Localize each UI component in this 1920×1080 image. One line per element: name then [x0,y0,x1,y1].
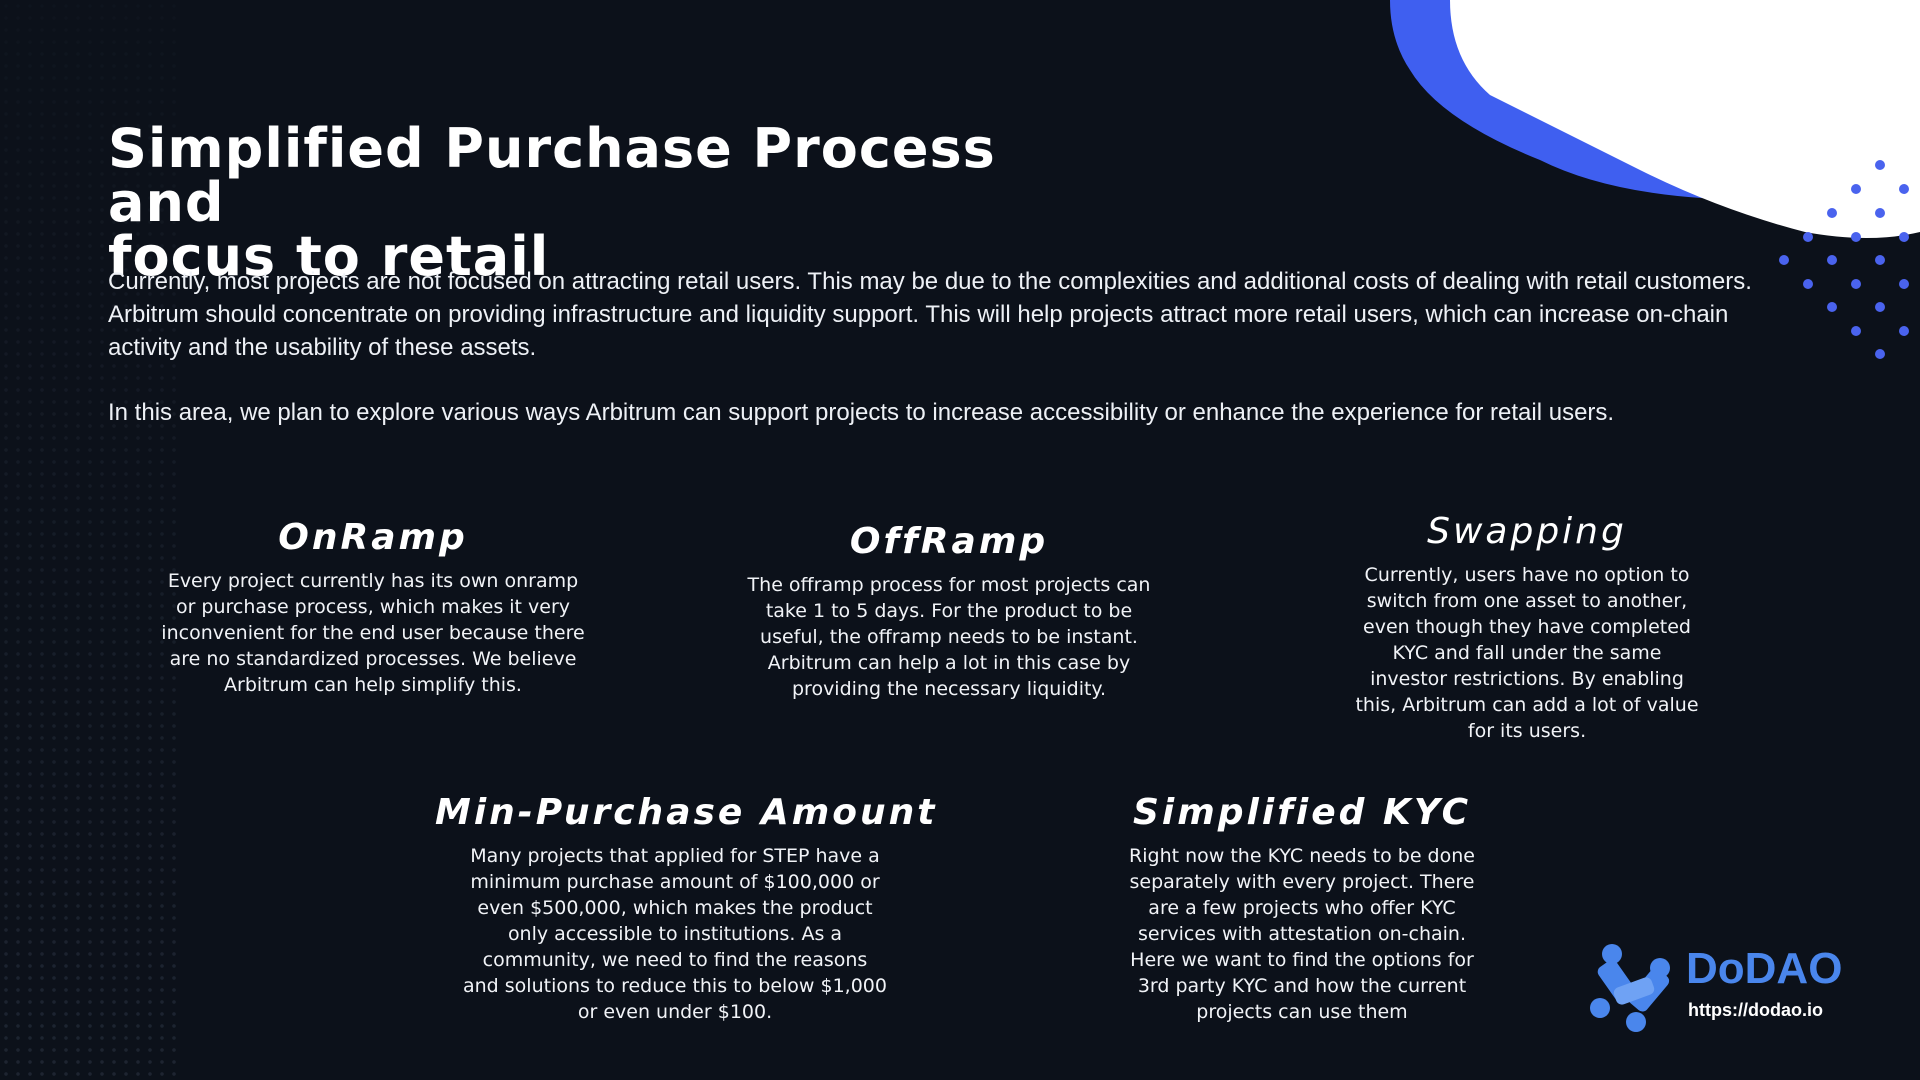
intro-paragraph: Currently, most projects are not focused… [108,268,1752,361]
card-title: OffRamp [849,521,1049,562]
card-min-purchase: Min-Purchase Amount Many projects that a… [435,791,938,1025]
card-body: Currently, users have no option to switc… [1355,564,1699,742]
card-swapping: Swapping Currently, users have no option… [1347,510,1707,744]
plan-paragraph: In this area, we plan to explore various… [108,399,1615,426]
card-body: The offramp process for most projects ca… [747,574,1151,700]
card-body: Many projects that applied for STEP have… [463,845,887,1023]
dodao-logo: DoDAO https://dodao.io [1588,942,1848,1032]
card-body: Every project currently has its own onra… [161,570,585,696]
card-title: Swapping [1427,511,1627,552]
card-title: OnRamp [278,517,468,558]
card-title: Min-Purchase Amount [435,792,938,833]
dodao-logo-icon [1590,944,1670,1032]
logo-url: https://dodao.io [1688,1000,1823,1020]
logo-name: DoDAO [1686,944,1843,993]
card-title: Simplified KYC [1132,792,1472,833]
card-offramp: OffRamp The offramp process for most pro… [729,520,1169,702]
title-line-1: Simplified Purchase Process and [108,117,996,234]
card-simplified-kyc: Simplified KYC Right now the KYC needs t… [1107,791,1497,1025]
page-title: Simplified Purchase Process and focus to… [108,122,1108,284]
card-body: Right now the KYC needs to be done separ… [1129,845,1475,1023]
card-onramp: OnRamp Every project currently has its o… [153,516,593,698]
